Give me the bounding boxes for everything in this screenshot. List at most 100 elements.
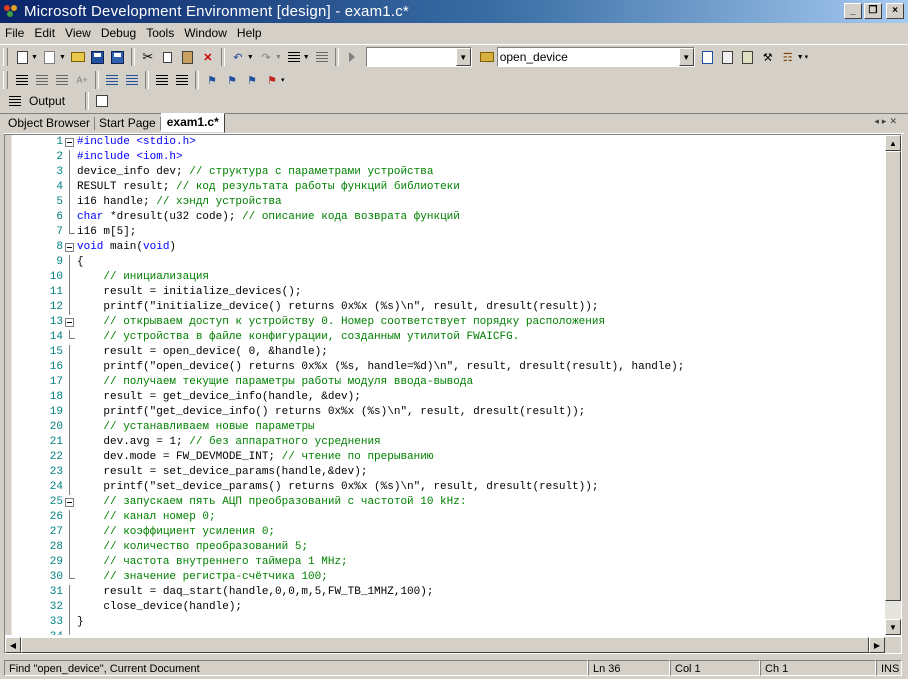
code-line[interactable]: 34 bbox=[11, 630, 885, 635]
code-line[interactable]: 23 result = set_device_params(handle,&de… bbox=[11, 465, 885, 480]
code-line[interactable]: 14 // устройства в файле конфигурации, с… bbox=[11, 330, 885, 345]
menu-file[interactable]: File bbox=[0, 26, 29, 40]
decrease-indent-icon[interactable] bbox=[103, 71, 121, 89]
collapse-outline-icon[interactable] bbox=[65, 318, 74, 327]
horizontal-scrollbar[interactable]: ◀ ▶ bbox=[5, 637, 885, 653]
output-label[interactable]: Output bbox=[29, 94, 65, 108]
code-line[interactable]: 28 // количество преобразований 5; bbox=[11, 540, 885, 555]
cut-icon[interactable]: ✂ bbox=[139, 48, 157, 66]
complete-word-icon[interactable]: A+ bbox=[73, 71, 91, 89]
code-line[interactable]: 15 result = open_device( 0, &handle); bbox=[11, 345, 885, 360]
uncomment-selection-icon[interactable] bbox=[173, 71, 191, 89]
menu-edit[interactable]: Edit bbox=[29, 26, 60, 40]
code-line[interactable]: 1 #include <stdio.h> bbox=[11, 135, 885, 150]
code-line[interactable]: 17 // получаем текущие параметры работы … bbox=[11, 375, 885, 390]
code-line[interactable]: 6 char *dresult(u32 code); // описание ко… bbox=[11, 210, 885, 225]
previous-bookmark-icon[interactable]: ⚑ bbox=[243, 71, 261, 89]
increase-indent-icon[interactable] bbox=[123, 71, 141, 89]
navigate-back-icon[interactable] bbox=[285, 48, 303, 66]
solution-config-combo[interactable]: ▼ bbox=[365, 47, 472, 67]
menu-view[interactable]: View bbox=[60, 26, 96, 40]
code-line[interactable]: 24 printf("set_device_params() returns 0… bbox=[11, 480, 885, 495]
code-line[interactable]: 25 // запускаем пять АЦП преобразований … bbox=[11, 495, 885, 510]
chevron-down-icon[interactable]: ▼ bbox=[31, 54, 38, 61]
next-bookmark-icon[interactable]: ⚑ bbox=[223, 71, 241, 89]
toolbar-overflow-icon[interactable]: ▾ bbox=[805, 53, 809, 61]
chevron-down-icon[interactable]: ▼ bbox=[59, 54, 66, 61]
tab-exam1-c[interactable]: exam1.c* bbox=[160, 113, 225, 133]
save-all-icon[interactable] bbox=[109, 48, 127, 66]
add-item-icon[interactable] bbox=[41, 48, 59, 66]
find-in-files-icon[interactable] bbox=[478, 48, 496, 66]
find-combo[interactable]: open_device ▼ bbox=[496, 47, 695, 67]
clear-bookmarks-icon[interactable]: ⚑ bbox=[263, 71, 281, 89]
vertical-scroll-thumb[interactable] bbox=[885, 151, 901, 601]
scroll-down-button[interactable]: ▼ bbox=[885, 619, 901, 635]
vertical-scrollbar[interactable]: ▲ ▼ bbox=[885, 135, 901, 635]
chevron-down-icon[interactable]: ▼ bbox=[275, 54, 282, 61]
navigate-forward-icon[interactable] bbox=[313, 48, 331, 66]
code-line[interactable]: 27 // коэффициент усиления 0; bbox=[11, 525, 885, 540]
code-line[interactable]: 10 // инициализация bbox=[11, 270, 885, 285]
comment-selection-icon[interactable] bbox=[153, 71, 171, 89]
code-line[interactable]: 33} bbox=[11, 615, 885, 630]
close-button[interactable]: × bbox=[886, 3, 904, 19]
toggle-bookmark-icon[interactable]: ⚑ bbox=[203, 71, 221, 89]
code-line[interactable]: 30 // значение регистра-счётчика 100; bbox=[11, 570, 885, 585]
scroll-right-button[interactable]: ▶ bbox=[869, 637, 885, 653]
properties-icon[interactable] bbox=[719, 48, 737, 66]
parameter-info-icon[interactable] bbox=[33, 71, 51, 89]
chevron-down-icon[interactable]: ▼ bbox=[678, 48, 694, 66]
menu-debug[interactable]: Debug bbox=[96, 26, 141, 40]
toolbox-icon[interactable] bbox=[739, 48, 757, 66]
code-line[interactable]: 4 RESULT result; // код результата работы… bbox=[11, 180, 885, 195]
solution-explorer-icon[interactable] bbox=[699, 48, 717, 66]
code-line[interactable]: 20 // устанавливаем новые параметры bbox=[11, 420, 885, 435]
code-line[interactable]: 9{ bbox=[11, 255, 885, 270]
code-line[interactable]: 16 printf("open_device() returns 0x%x (%… bbox=[11, 360, 885, 375]
new-project-icon[interactable] bbox=[13, 48, 31, 66]
tools-icon[interactable]: ⚒ bbox=[759, 48, 777, 66]
menu-tools[interactable]: Tools bbox=[141, 26, 179, 40]
code-line[interactable]: 31 result = daq_start(handle,0,0,m,5,FW_… bbox=[11, 585, 885, 600]
output-window-icon[interactable] bbox=[6, 92, 24, 110]
paste-icon[interactable] bbox=[179, 48, 197, 66]
task-list-icon[interactable] bbox=[93, 92, 111, 110]
scroll-left-button[interactable]: ◀ bbox=[5, 637, 21, 653]
undo-icon[interactable]: ↶ bbox=[229, 48, 247, 66]
chevron-down-icon[interactable]: ▼ bbox=[455, 48, 471, 66]
code-line[interactable]: 22 dev.mode = FW_DEVMODE_INT; // чтение … bbox=[11, 450, 885, 465]
quick-info-icon[interactable] bbox=[53, 71, 71, 89]
close-document-icon[interactable]: ✕ bbox=[889, 116, 900, 126]
horizontal-scroll-thumb[interactable] bbox=[21, 637, 869, 653]
code-line[interactable]: 13 // открываем доступ к устройству 0. Н… bbox=[11, 315, 885, 330]
code-line[interactable]: 3 device_info dev; // структура с парамет… bbox=[11, 165, 885, 180]
tab-object-browser[interactable]: Object Browser bbox=[4, 114, 94, 133]
code-line[interactable]: 7 i16 m[5]; bbox=[11, 225, 885, 240]
toolbar-grip[interactable] bbox=[3, 48, 8, 66]
chevron-down-icon[interactable]: ▼ bbox=[797, 54, 804, 61]
tab-start-page[interactable]: Start Page bbox=[95, 114, 160, 133]
app-icon[interactable] bbox=[4, 4, 20, 19]
menu-help[interactable]: Help bbox=[232, 26, 267, 40]
code-line[interactable]: 2 #include <iom.h> bbox=[11, 150, 885, 165]
code-line[interactable]: 19 printf("get_device_info() returns 0x%… bbox=[11, 405, 885, 420]
code-line[interactable]: 12 printf("initialize_device() returns 0… bbox=[11, 300, 885, 315]
copy-icon[interactable] bbox=[159, 48, 177, 66]
save-icon[interactable] bbox=[89, 48, 107, 66]
code-line[interactable]: 29 // частота внутреннего таймера 1 MHz; bbox=[11, 555, 885, 570]
class-view-icon[interactable]: ☶ bbox=[779, 48, 797, 66]
code-line[interactable]: 26 // канал номер 0; bbox=[11, 510, 885, 525]
chevron-down-icon[interactable]: ▼ bbox=[303, 54, 310, 61]
redo-icon[interactable]: ↷ bbox=[257, 48, 275, 66]
code-line[interactable]: 5 i16 handle; // хэндл устройства bbox=[11, 195, 885, 210]
delete-icon[interactable]: ✕ bbox=[199, 48, 217, 66]
tab-scroll-left-icon[interactable]: ◂ bbox=[874, 116, 882, 126]
open-file-icon[interactable] bbox=[69, 48, 87, 66]
chevron-down-icon[interactable]: ▼ bbox=[247, 54, 254, 61]
code-area[interactable]: 1 #include <stdio.h> 2 #include <iom.h> 3 dev… bbox=[11, 135, 885, 635]
toolbar-grip[interactable] bbox=[3, 71, 8, 89]
code-editor[interactable]: 1 #include <stdio.h> 2 #include <iom.h> 3 dev… bbox=[4, 134, 902, 654]
code-line[interactable]: 8 void main(void) bbox=[11, 240, 885, 255]
code-line[interactable]: 18 result = get_device_info(handle, &dev… bbox=[11, 390, 885, 405]
